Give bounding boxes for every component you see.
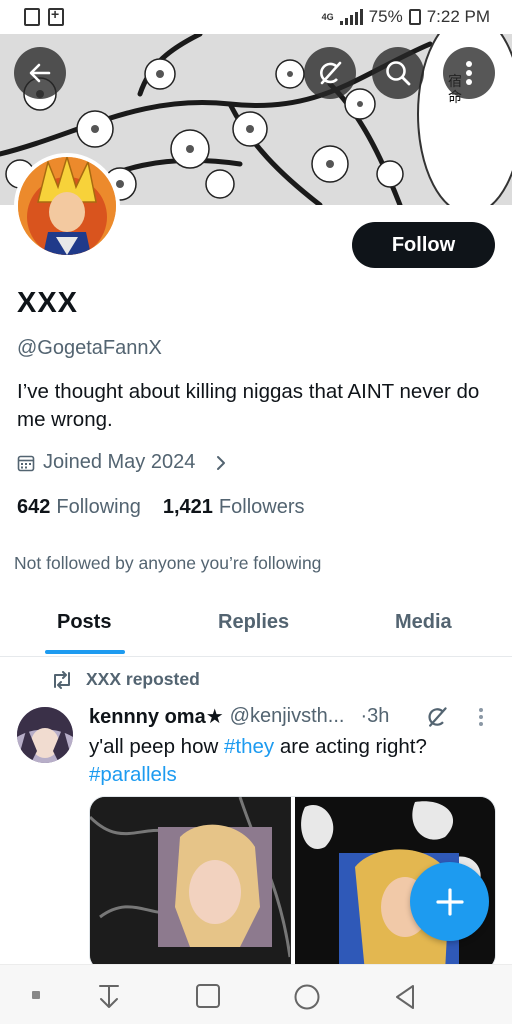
repost-icon [54, 670, 70, 689]
home-icon[interactable] [293, 983, 321, 1011]
post-avatar-image [17, 707, 73, 763]
grok-button[interactable] [304, 47, 356, 99]
tab-posts[interactable]: Posts [57, 611, 111, 634]
profile-avatar[interactable] [14, 153, 120, 259]
more-vertical-icon [466, 61, 472, 85]
hashtag-link[interactable]: #parallels [89, 763, 177, 786]
user-handle: @GogetaFannX [17, 337, 162, 359]
media-image-art [90, 797, 291, 970]
following-stat[interactable]: 642 Following [17, 496, 141, 519]
display-name: XXX [17, 287, 79, 319]
avatar-image [18, 157, 116, 255]
follow-button[interactable]: Follow [352, 222, 495, 268]
more-options-button[interactable] [443, 47, 495, 99]
followers-count: 1,421 [162, 496, 213, 518]
joined-date-row[interactable]: Joined May 2024 [17, 451, 227, 474]
search-icon [386, 61, 411, 86]
followed-by-note: Not followed by anyone you’re following [14, 553, 322, 573]
network-type: 4G [321, 11, 334, 22]
signal-icon [339, 9, 363, 25]
repost-label: XXX reposted [86, 669, 200, 689]
joined-date: Joined May 2024 [43, 451, 196, 473]
nav-down-icon[interactable] [96, 983, 122, 1011]
clock: 7:22 PM [426, 7, 490, 26]
profile-tabs: Posts Replies Media [0, 595, 512, 657]
search-button[interactable] [372, 47, 424, 99]
repost-indicator: XXX reposted [50, 669, 200, 690]
post-text-part: are acting right? [274, 735, 427, 758]
notification-plus-icon [48, 6, 64, 26]
notification-icons [24, 6, 64, 26]
post-timestamp: ·3h [360, 705, 390, 727]
tab-media[interactable]: Media [395, 611, 452, 634]
following-label: Following [56, 496, 141, 518]
followers-label: Followers [218, 496, 305, 518]
post-more-icon[interactable] [479, 708, 483, 726]
active-tab-indicator [45, 650, 125, 654]
post-text: y'all peep how #they are acting right? #… [89, 733, 489, 789]
post-author-name[interactable]: kennny oma★ [89, 704, 224, 729]
following-count: 642 [17, 496, 51, 518]
nav-dot-icon [32, 991, 40, 999]
media-image-1[interactable] [90, 797, 291, 970]
status-bar: 4G 75% 7:22 PM [0, 0, 512, 34]
post-author-handle[interactable]: @kenjivsth... [230, 705, 345, 728]
system-navigation-bar [0, 964, 512, 1024]
grok-icon[interactable] [425, 705, 449, 729]
followers-stat[interactable]: 1,421 Followers [163, 496, 305, 519]
plus-icon [435, 887, 464, 916]
profile-bio: I’ve thought about killing niggas that A… [17, 380, 480, 431]
back-nav-icon[interactable] [393, 983, 417, 1011]
post-text-part: y'all peep how [89, 735, 224, 758]
battery-icon [408, 9, 421, 25]
back-button[interactable] [14, 47, 66, 99]
hashtag-link[interactable]: #they [224, 735, 274, 758]
status-right: 4G 75% 7:22 PM [322, 7, 490, 27]
calendar-icon [17, 455, 35, 471]
compose-button[interactable] [410, 862, 489, 941]
post-header: kennny oma★ @kenjivsth... ·3h [89, 704, 389, 729]
follow-stats: 642 Following 1,421 Followers [17, 496, 305, 519]
grok-icon [320, 61, 342, 85]
notification-app-icon [24, 8, 40, 26]
post-author-avatar[interactable] [17, 707, 73, 763]
recent-apps-icon[interactable] [195, 983, 221, 1009]
chevron-right-icon [217, 455, 226, 470]
battery-percent: 75% [368, 7, 403, 26]
tab-replies[interactable]: Replies [218, 611, 289, 634]
arrow-left-icon [29, 63, 51, 83]
